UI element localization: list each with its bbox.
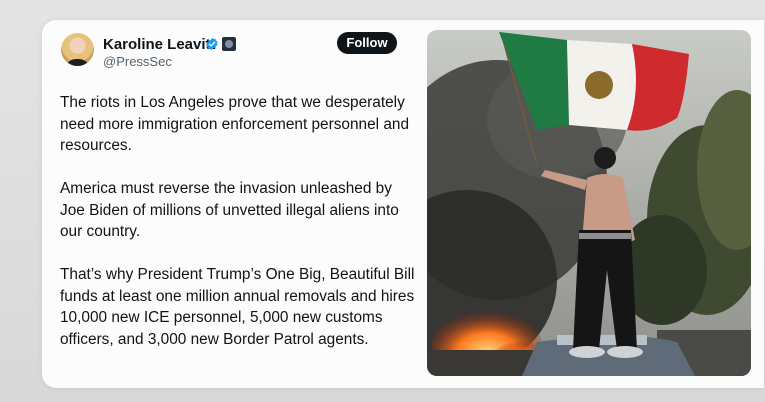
avatar-figure — [65, 59, 90, 66]
protest-scene-image — [427, 30, 751, 376]
avatar[interactable] — [61, 33, 94, 66]
government-affiliation-badge-icon[interactable] — [222, 37, 236, 51]
tweet-photo[interactable] — [427, 30, 751, 376]
tweet-paragraph-1: The riots in Los Angeles prove that we d… — [60, 94, 410, 155]
tweet-paragraph-3: That’s why President Trump’s One Big, Be… — [60, 266, 415, 348]
verified-checkmark-icon — [206, 37, 218, 51]
author-handle[interactable]: @PressSec — [103, 54, 172, 69]
author-name[interactable]: Karoline Leavitt — [103, 36, 216, 53]
follow-button[interactable]: Follow — [337, 32, 397, 54]
tweet-paragraph-2: America must reverse the invasion unleas… — [60, 180, 399, 241]
